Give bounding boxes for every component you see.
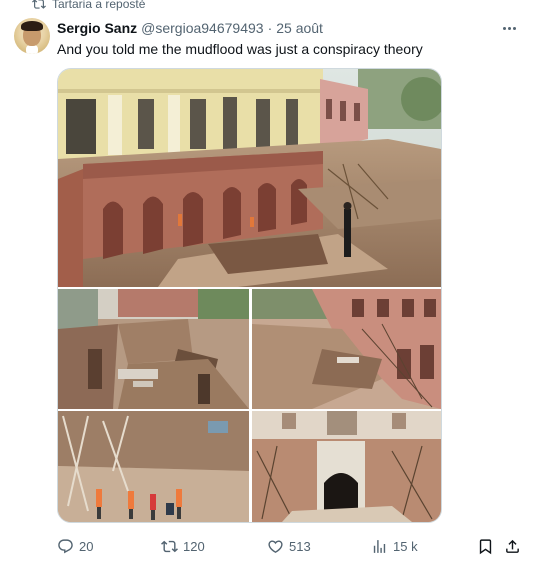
author-handle[interactable]: @sergioa94679493: [141, 20, 263, 36]
heart-icon: [267, 538, 284, 555]
separator-dot: ·: [267, 20, 273, 36]
photo-buried-archway[interactable]: [252, 411, 441, 522]
share-icon: [504, 538, 521, 555]
author-name[interactable]: Sergio Sanz: [57, 20, 137, 36]
action-bar: 20 120 513 15 k: [57, 536, 527, 556]
repost-button[interactable]: 120: [161, 536, 205, 556]
repost-count: 120: [183, 538, 205, 554]
tweet-text: And you told me the mudflood was just a …: [57, 41, 423, 57]
repost-indicator[interactable]: Tartaria a reposté: [32, 0, 145, 12]
reply-button[interactable]: 20: [57, 536, 93, 556]
photo-ruined-building-dig[interactable]: [252, 289, 441, 409]
more-options-icon[interactable]: [499, 20, 519, 36]
views-count: 15 k: [393, 538, 418, 554]
share-button[interactable]: [504, 536, 521, 556]
like-count: 513: [289, 538, 311, 554]
like-button[interactable]: 513: [267, 536, 311, 556]
photo-excavated-courtyard[interactable]: [58, 289, 249, 409]
tweet-header: Sergio Sanz @sergioa94679493 · 25 août: [57, 20, 323, 36]
tweet-date[interactable]: 25 août: [276, 20, 323, 36]
repost-icon: [161, 538, 178, 555]
bookmark-button[interactable]: [477, 536, 494, 556]
reply-icon: [57, 538, 74, 555]
views-button[interactable]: 15 k: [371, 536, 418, 556]
media-grid: [57, 68, 442, 523]
avatar[interactable]: [14, 18, 50, 54]
repost-icon: [32, 0, 46, 11]
bookmark-icon: [477, 538, 494, 555]
photo-excavated-palace[interactable]: [58, 69, 441, 287]
reply-count: 20: [79, 538, 94, 554]
photo-workers-at-dig[interactable]: [58, 411, 249, 522]
repost-text: Tartaria a reposté: [52, 0, 146, 11]
analytics-icon: [371, 538, 388, 555]
